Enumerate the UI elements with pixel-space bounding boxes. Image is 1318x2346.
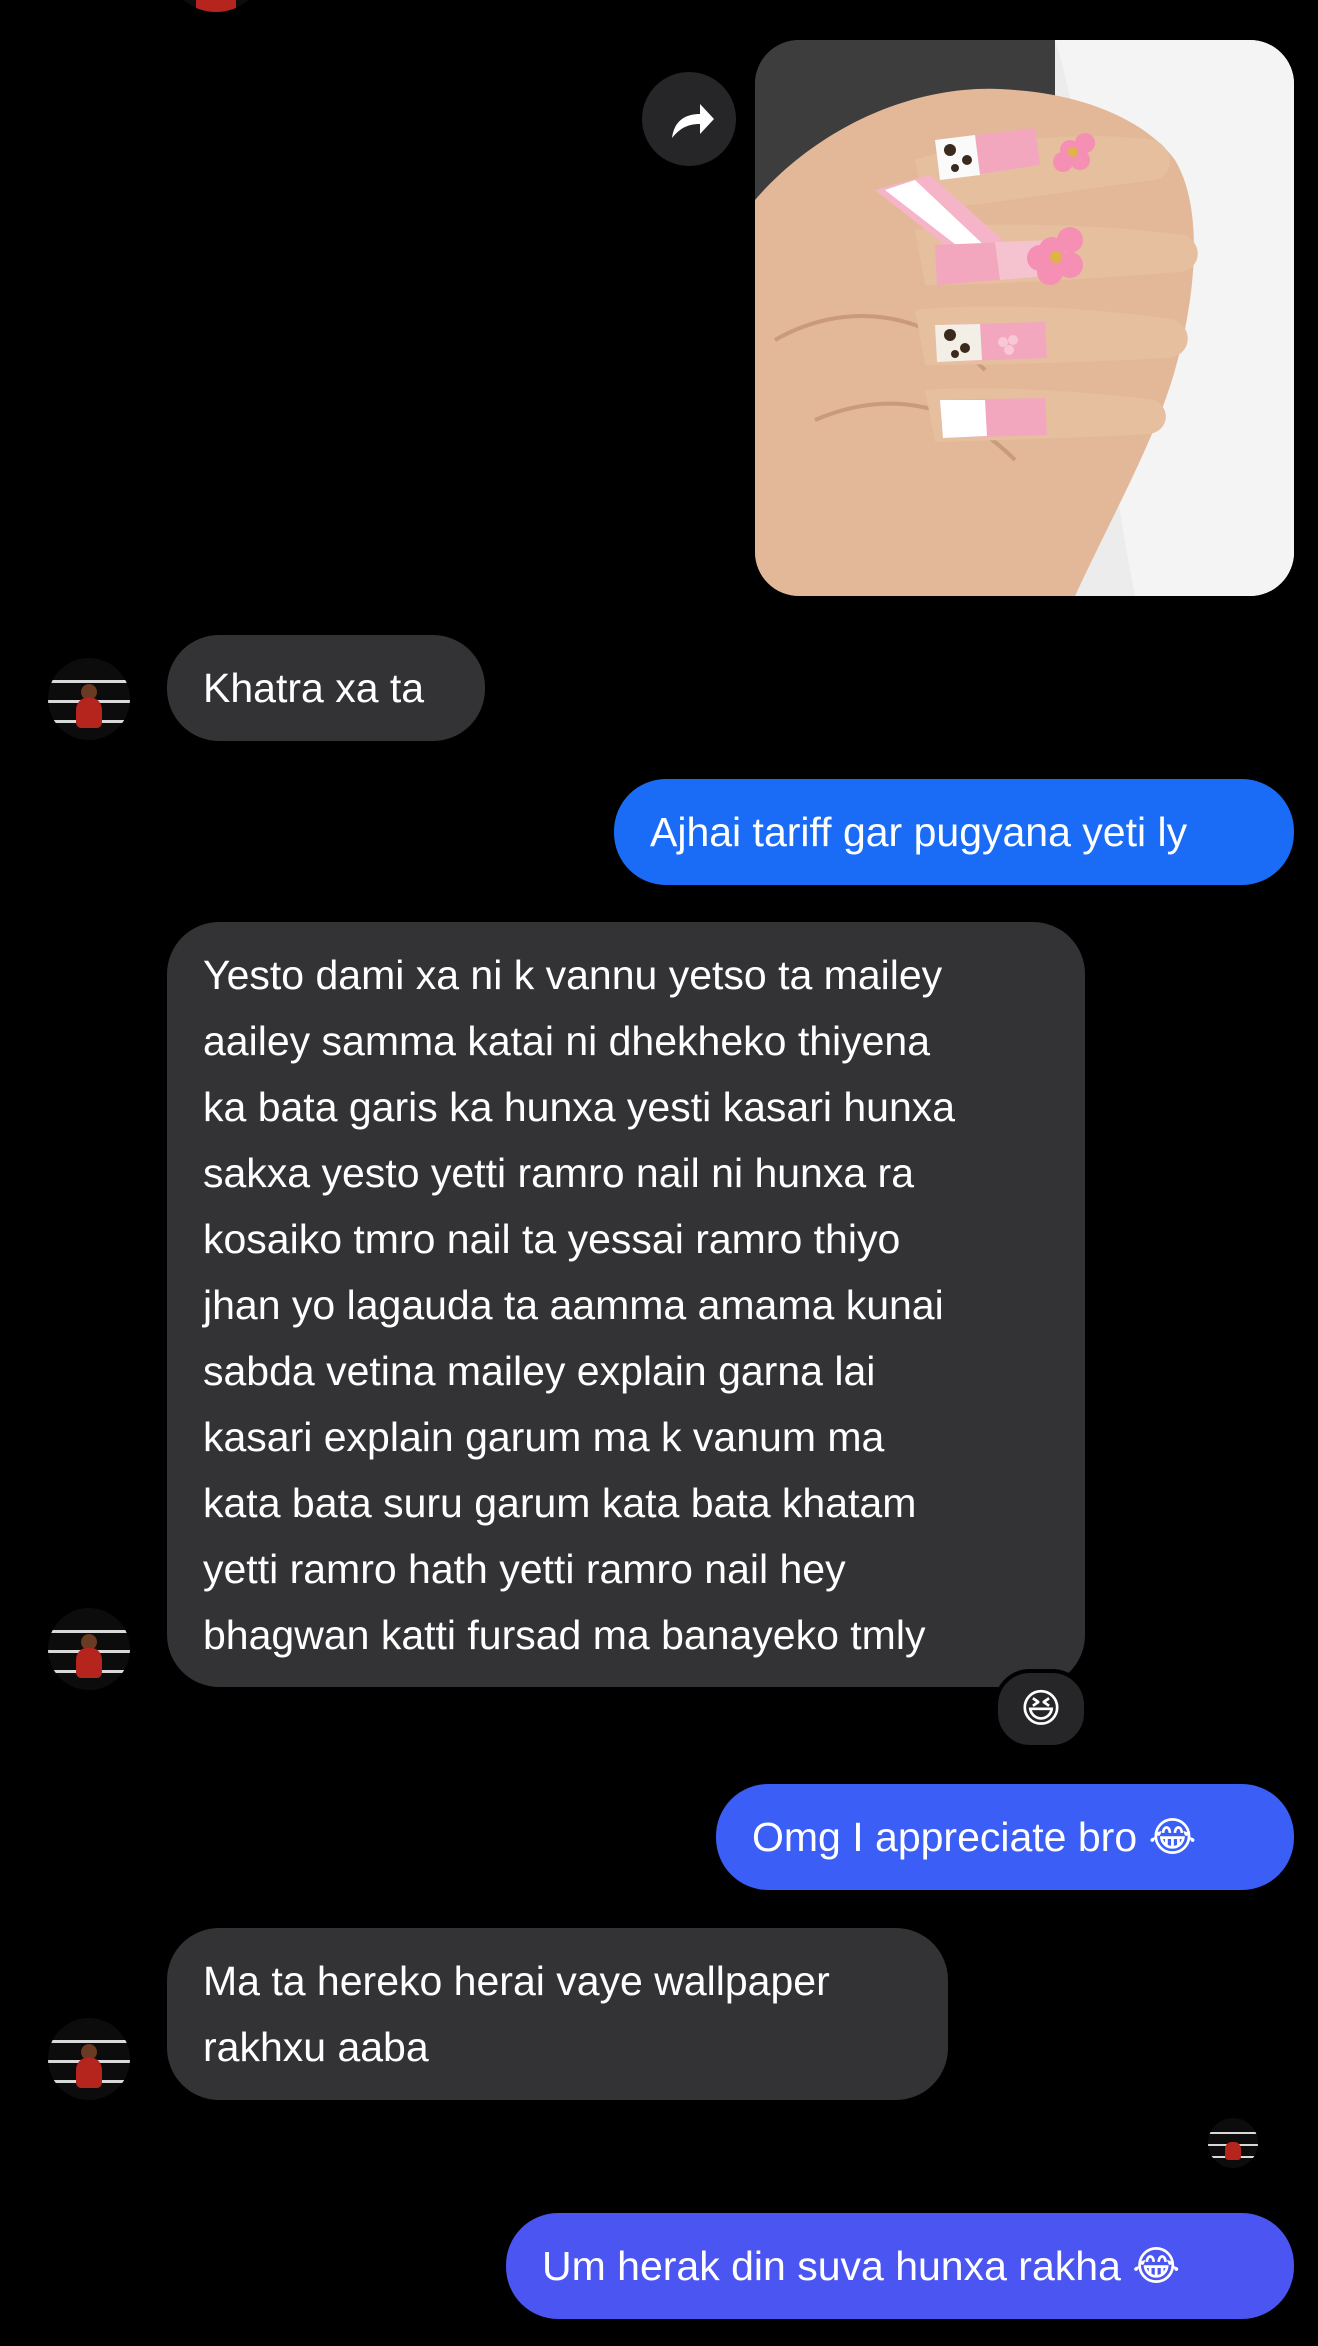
message-reaction-badge[interactable]: 😆 xyxy=(994,1669,1088,1749)
message-line: rakhxu aaba xyxy=(203,2024,429,2070)
message-bubble-outgoing[interactable]: Um herak din suva hunxa rakha 😂 xyxy=(506,2213,1294,2319)
message-line: Ma ta hereko herai vaye wallpaper xyxy=(203,1958,830,2004)
message-line: ka bata garis ka hunxa yesti kasari hunx… xyxy=(203,1084,956,1130)
laughing-emoji: 😆 xyxy=(1020,1687,1062,1731)
contact-avatar-top[interactable] xyxy=(170,0,262,12)
message-bubble-incoming[interactable]: Khatra xa ta xyxy=(167,635,485,741)
message-bubble-outgoing[interactable]: Ajhai tariff gar pugyana yeti ly xyxy=(614,779,1294,885)
message-text: Ajhai tariff gar pugyana yeti ly xyxy=(650,809,1188,855)
message-line: sakxa yesto yetti ramro nail ni hunxa ra xyxy=(203,1150,914,1196)
message-line: bhagwan katti fursad ma banayeko tmly xyxy=(203,1612,926,1658)
message-text: Omg I appreciate bro 😂 xyxy=(752,1814,1197,1860)
message-line: jhan yo lagauda ta aamma amama kunai xyxy=(203,1282,944,1328)
message-line: yetti ramro hath yetti ramro nail hey xyxy=(203,1546,846,1592)
message-line: kosaiko tmro nail ta yessai ramro thiyo xyxy=(203,1216,901,1262)
contact-avatar[interactable] xyxy=(48,1608,130,1690)
message-text: Khatra xa ta xyxy=(203,665,425,711)
message-text: Um herak din suva hunxa rakha 😂 xyxy=(542,2243,1181,2289)
message-line: aailey samma katai ni dhekheko thiyena xyxy=(203,1018,931,1064)
nail-photo-image xyxy=(755,40,1294,596)
share-arrow-icon xyxy=(672,104,714,138)
message-line: kasari explain garum ma k vanum ma xyxy=(203,1414,885,1460)
message-bubble-incoming[interactable]: Ma ta hereko herai vaye wallpaper rakhxu… xyxy=(167,1928,948,2100)
message-bubble-incoming-long[interactable]: Yesto dami xa ni k vannu yetso ta mailey… xyxy=(167,922,1085,1687)
message-line: sabda vetina mailey explain garna lai xyxy=(203,1348,876,1394)
read-receipt-avatar xyxy=(1208,2118,1258,2168)
contact-avatar[interactable] xyxy=(48,2018,130,2100)
message-line: Yesto dami xa ni k vannu yetso ta mailey xyxy=(203,952,943,998)
message-line: kata bata suru garum kata bata khatam xyxy=(203,1480,917,1526)
nail-photo-attachment[interactable] xyxy=(755,40,1294,596)
contact-avatar[interactable] xyxy=(48,658,130,740)
share-button[interactable] xyxy=(642,72,736,166)
message-bubble-outgoing[interactable]: Omg I appreciate bro 😂 xyxy=(716,1784,1294,1890)
